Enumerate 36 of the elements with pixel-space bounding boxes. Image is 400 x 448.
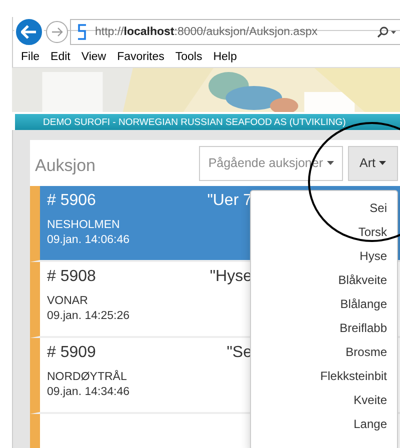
auction-time: 09.jan. 14:06:46 <box>47 234 130 246</box>
species-option[interactable]: Blåkveite <box>338 268 387 292</box>
company-name: DEMO SUROFI - NORWEGIAN RUSSIAN SEAFOOD AS (UTVIKLING) <box>43 116 346 128</box>
caret-icon <box>327 161 334 165</box>
auction-time: 09.jan. 14:34:46 <box>47 386 130 398</box>
menu-item[interactable]: Tools <box>175 51 202 63</box>
menu-item[interactable]: Favorites <box>117 51 164 63</box>
address-field[interactable]: http://localhost:8000/auksjon/Auksjon.aspx <box>70 19 400 45</box>
species-option[interactable]: Blålange <box>340 292 387 316</box>
species-option[interactable]: Breiflabb <box>340 316 387 340</box>
vessel-name: VONAR <box>47 295 88 307</box>
species-option[interactable]: Flekksteinbit <box>320 364 387 388</box>
auction-number: # 5906 <box>47 192 96 211</box>
vessel-name: NORDØYTRÅL <box>47 371 127 383</box>
vessel-name: NESHOLMEN <box>47 219 120 231</box>
page-icon <box>77 24 87 40</box>
back-arrow-icon <box>21 25 37 39</box>
auction-title: "Hyse <box>210 268 252 287</box>
species-option[interactable]: Brosme <box>346 340 387 364</box>
auction-number: # 5909 <box>47 344 96 363</box>
species-option[interactable]: Lange <box>354 412 387 436</box>
menu-item[interactable]: File <box>21 51 40 63</box>
menu-item[interactable]: Edit <box>50 51 70 63</box>
page-title: Auksjon <box>35 156 96 176</box>
species-option[interactable]: Torsk <box>358 220 387 244</box>
species-option[interactable]: Sei <box>370 196 387 220</box>
caret-icon <box>379 161 386 165</box>
forward-arrow-icon <box>51 27 63 37</box>
auction-number: # 5908 <box>47 268 96 287</box>
search-icon[interactable] <box>376 26 398 38</box>
auction-time: 09.jan. 14:25:26 <box>47 310 130 322</box>
species-option[interactable]: Kveite <box>354 388 387 412</box>
menu-item[interactable]: View <box>81 51 106 63</box>
species-dropdown[interactable]: Art <box>348 146 398 180</box>
menu-item[interactable]: Help <box>213 51 237 63</box>
forward-button[interactable] <box>46 21 68 43</box>
